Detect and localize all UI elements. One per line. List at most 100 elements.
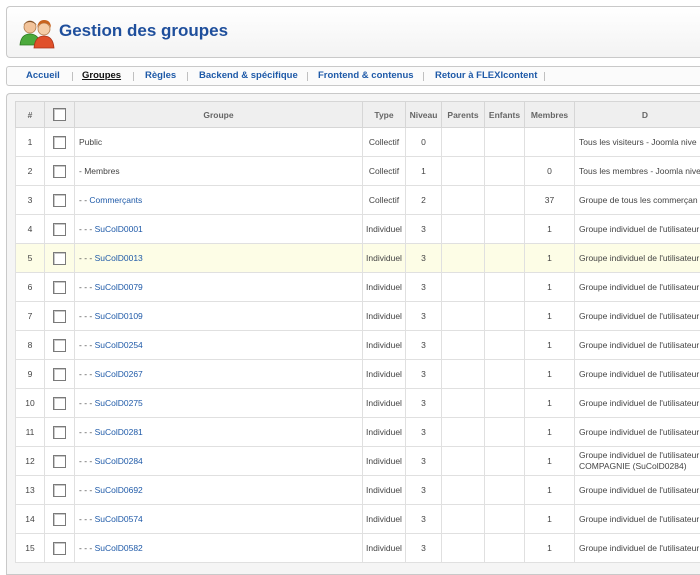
group-members: 1	[525, 302, 575, 331]
group-description: Groupe individuel de l'utilisateur	[575, 360, 700, 389]
group-link[interactable]: SuColD0267	[95, 369, 143, 379]
group-children	[485, 244, 525, 273]
row-number: 15	[16, 534, 45, 563]
nav-frontend[interactable]: Frontend & contenus	[318, 67, 414, 85]
row-checkbox[interactable]	[53, 310, 66, 323]
group-members: 1	[525, 418, 575, 447]
group-link[interactable]: SuColD0079	[95, 282, 143, 292]
group-description: Groupe individuel de l'utilisateur	[575, 331, 700, 360]
group-cell: - - - SuColD0574	[75, 505, 363, 534]
group-children	[485, 186, 525, 215]
row-checkbox[interactable]	[53, 136, 66, 149]
group-link[interactable]: SuColD0275	[95, 398, 143, 408]
group-link[interactable]: SuColD0582	[95, 543, 143, 553]
group-type: Individuel	[363, 418, 406, 447]
select-all-checkbox[interactable]	[53, 108, 66, 121]
nav-regles[interactable]: Règles	[145, 67, 176, 85]
row-checkbox[interactable]	[53, 194, 66, 207]
row-checkbox[interactable]	[53, 223, 66, 236]
group-link[interactable]: SuColD0284	[95, 456, 143, 466]
row-select	[45, 244, 75, 273]
group-level: 2	[406, 186, 442, 215]
page-header: Gestion des groupes	[6, 6, 700, 58]
group-level: 3	[406, 215, 442, 244]
row-number: 4	[16, 215, 45, 244]
group-parents	[442, 215, 485, 244]
group-link[interactable]: SuColD0109	[95, 311, 143, 321]
col-level[interactable]: Niveau	[406, 102, 442, 128]
group-children	[485, 128, 525, 157]
nav-accueil[interactable]: Accueil	[26, 67, 60, 85]
nav-separator	[544, 72, 545, 81]
col-parents[interactable]: Parents	[442, 102, 485, 128]
row-select	[45, 447, 75, 476]
group-indent: - - -	[79, 253, 95, 263]
group-children	[485, 302, 525, 331]
group-name: Public	[79, 137, 102, 147]
row-number: 7	[16, 302, 45, 331]
row-checkbox[interactable]	[53, 426, 66, 439]
group-link[interactable]: SuColD0281	[95, 427, 143, 437]
row-number: 5	[16, 244, 45, 273]
nav-separator	[307, 72, 308, 81]
col-select-all	[45, 102, 75, 128]
groups-table: # Groupe Type Niveau Parents Enfants Mem…	[15, 101, 700, 563]
col-members[interactable]: Membres	[525, 102, 575, 128]
group-type: Collectif	[363, 157, 406, 186]
row-number: 9	[16, 360, 45, 389]
nav-backend[interactable]: Backend & spécifique	[199, 67, 298, 85]
group-description: Groupe individuel de l'utilisateur	[575, 215, 700, 244]
group-indent: - - -	[79, 427, 95, 437]
group-link[interactable]: SuColD0254	[95, 340, 143, 350]
row-checkbox[interactable]	[53, 252, 66, 265]
row-checkbox[interactable]	[53, 165, 66, 178]
col-children[interactable]: Enfants	[485, 102, 525, 128]
col-description[interactable]: D	[575, 102, 700, 128]
group-members	[525, 128, 575, 157]
nav-retour-flexicontent[interactable]: Retour à FLEXIcontent	[435, 67, 537, 85]
group-link[interactable]: SuColD0574	[95, 514, 143, 524]
row-checkbox[interactable]	[53, 368, 66, 381]
group-parents	[442, 128, 485, 157]
row-number: 2	[16, 157, 45, 186]
col-group[interactable]: Groupe	[75, 102, 363, 128]
group-link[interactable]: SuColD0013	[95, 253, 143, 263]
group-cell: - Membres	[75, 157, 363, 186]
nav-separator	[187, 72, 188, 81]
row-select	[45, 128, 75, 157]
table-row: 1PublicCollectif0Tous les visiteurs - Jo…	[16, 128, 700, 157]
row-checkbox[interactable]	[53, 455, 66, 468]
group-cell: - - - SuColD0109	[75, 302, 363, 331]
group-members: 1	[525, 244, 575, 273]
group-description: Tous les visiteurs - Joomla nive	[575, 128, 700, 157]
group-link[interactable]: SuColD0001	[95, 224, 143, 234]
row-checkbox[interactable]	[53, 484, 66, 497]
table-row: 14- - - SuColD0574Individuel31Groupe ind…	[16, 505, 700, 534]
group-cell: - - - SuColD0275	[75, 389, 363, 418]
group-level: 0	[406, 128, 442, 157]
row-number: 8	[16, 331, 45, 360]
row-checkbox[interactable]	[53, 281, 66, 294]
group-indent: - - -	[79, 224, 95, 234]
group-level: 3	[406, 273, 442, 302]
row-checkbox[interactable]	[53, 542, 66, 555]
nav-separator	[72, 72, 73, 81]
group-description: Groupe individuel de l'utilisateur	[575, 244, 700, 273]
group-type: Individuel	[363, 505, 406, 534]
row-select	[45, 331, 75, 360]
group-indent: - - -	[79, 514, 95, 524]
row-select	[45, 534, 75, 563]
row-checkbox[interactable]	[53, 513, 66, 526]
group-type: Individuel	[363, 360, 406, 389]
nav-groupes[interactable]: Groupes	[82, 67, 121, 85]
group-level: 3	[406, 447, 442, 476]
row-number: 6	[16, 273, 45, 302]
group-indent: - - -	[79, 311, 95, 321]
group-link[interactable]: SuColD0692	[95, 485, 143, 495]
group-link[interactable]: Commerçants	[89, 195, 142, 205]
row-checkbox[interactable]	[53, 339, 66, 352]
row-checkbox[interactable]	[53, 397, 66, 410]
group-children	[485, 360, 525, 389]
col-type[interactable]: Type	[363, 102, 406, 128]
row-number: 3	[16, 186, 45, 215]
